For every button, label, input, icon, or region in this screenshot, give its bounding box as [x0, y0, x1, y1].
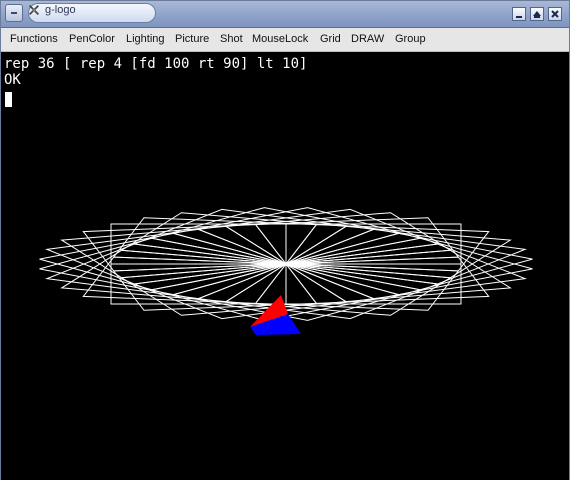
command-line: rep 36 [ rep 4 [fd 100 rt 90] lt 10]: [4, 56, 308, 72]
maximize-button[interactable]: [530, 7, 544, 21]
maximize-icon: [533, 11, 541, 18]
menu-draw[interactable]: DRAW: [351, 32, 384, 46]
window-menu-icon[interactable]: [5, 4, 23, 22]
pattern-square: [120, 263, 348, 316]
close-button[interactable]: [548, 7, 562, 21]
app-window: g-logo Functions PenColor Lighting Pictu…: [0, 0, 570, 480]
pattern-square: [120, 212, 348, 265]
menu-grid[interactable]: Grid: [320, 32, 341, 46]
pattern-square: [224, 263, 452, 316]
menu-functions[interactable]: Functions: [10, 32, 58, 46]
menu-group[interactable]: Group: [395, 32, 426, 46]
menu-shot[interactable]: Shot: [220, 32, 243, 46]
menu-mouselock[interactable]: MouseLock: [252, 32, 308, 46]
logo-canvas[interactable]: rep 36 [ rep 4 [fd 100 rt 90] lt 10] OK: [1, 52, 569, 480]
minimize-icon: [516, 16, 522, 18]
window-title: g-logo: [45, 4, 76, 16]
menu-pencolor[interactable]: PenColor: [69, 32, 115, 46]
app-icon: [29, 5, 39, 15]
minimize-button[interactable]: [512, 7, 526, 21]
turtle-drawing: [39, 207, 533, 335]
title-bar[interactable]: g-logo: [1, 1, 569, 28]
menu-bar: Functions PenColor Lighting Picture Shot…: [1, 28, 569, 52]
command-response: OK: [4, 72, 21, 88]
menu-picture[interactable]: Picture: [175, 32, 209, 46]
pattern-square: [224, 212, 452, 265]
close-icon: [551, 10, 559, 18]
console-output: rep 36 [ rep 4 [fd 100 rt 90] lt 10] OK: [4, 56, 307, 88]
menu-lighting[interactable]: Lighting: [126, 32, 165, 46]
input-cursor[interactable]: [5, 92, 12, 107]
